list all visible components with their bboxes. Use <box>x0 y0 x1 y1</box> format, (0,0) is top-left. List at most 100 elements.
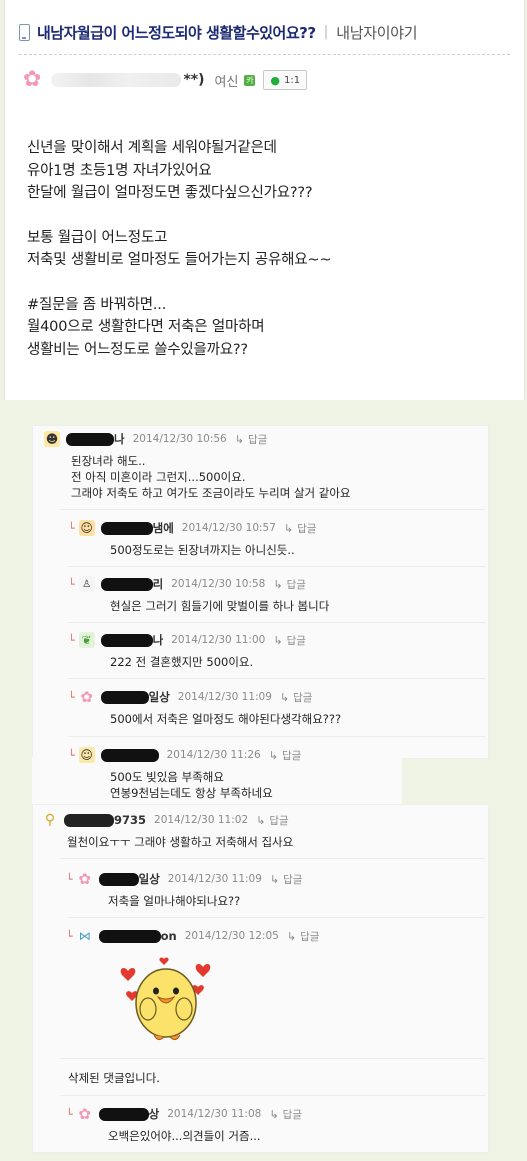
one-to-one-chat-button[interactable]: ● 1:1 <box>263 70 308 90</box>
post-line: 한달에 월급이 얼마정도면 좋겠다싶으신가요??? <box>27 185 313 201</box>
reply-button[interactable]: ↳ 답글 <box>269 748 302 763</box>
board-name-link[interactable]: 내남자이야기 <box>336 22 417 43</box>
comment-header: └ ☺ 냄에 2014/12/30 10:57 ↳ 답글 <box>68 519 316 537</box>
pink-flower-icon: ✿ <box>23 67 42 92</box>
reply-button[interactable]: ↳ 답글 <box>235 432 268 447</box>
comment-text: 월천이요ㅜㅜ 그래야 생활하고 저축해서 집사요 <box>67 835 294 849</box>
author-name-blurred[interactable] <box>51 73 182 87</box>
comment-item: └ ✿ 일상 2014/12/30 11:09 ↳ 답글 500에서 저축은 얼마… <box>68 688 341 727</box>
comment-text: 500도 빚있음 부족해요 연봉9천넘는데도 항상 부족하네요 <box>110 770 273 800</box>
reply-arrow-icon: ↳ <box>234 432 244 446</box>
comment-separator <box>68 917 485 918</box>
comment-date: 2014/12/30 10:58 <box>171 578 266 590</box>
comment-date: 2014/12/30 12:05 <box>184 930 279 942</box>
comment-date: 2014/12/30 11:02 <box>154 814 249 826</box>
reply-arrow-icon: ↳ <box>279 690 290 704</box>
post-line-blank <box>27 205 507 227</box>
reply-arrow-icon: ↳ <box>283 521 294 535</box>
reply-arrow-icon: ↳ <box>286 929 297 943</box>
comment-text: 현실은 그러기 힘들기에 맞벌이를 하나 봅니다 <box>110 599 330 613</box>
bow-ribbon-icon: ⋈ <box>78 929 91 943</box>
reply-button[interactable]: ↳ 답글 <box>287 929 320 944</box>
reply-arrow-icon: ↳ <box>269 1107 279 1121</box>
comment-separator <box>68 678 485 679</box>
comment-text: 500정도로는 된장녀까지는 아니신듯.. <box>110 543 295 557</box>
post-line: 월400으로 생활한다면 저축은 얼마하며 <box>27 319 265 335</box>
reply-arrow-icon: └ <box>68 633 75 647</box>
reply-arrow-icon: └ <box>68 521 75 535</box>
reply-arrow-icon: ↳ <box>268 748 278 762</box>
reply-button[interactable]: ↳ 답글 <box>273 633 306 648</box>
comment-item: ☻ 나 2014/12/30 10:56 ↳ 답글 된장녀라 해도.. 전 아직 … <box>44 430 351 501</box>
chat-bubble-icon: ● <box>270 73 281 87</box>
comment-text: 500에서 저축은 얼마정도 해야된다생각해요??? <box>110 712 342 726</box>
comment-header: └ ❦ 나 2014/12/30 11:00 ↳ 답글 <box>68 631 306 649</box>
reply-arrow-icon: └ <box>66 1107 73 1121</box>
comment-text: 저축을 얼마나해야되나요?? <box>108 894 241 908</box>
comment-date: 2014/12/30 11:00 <box>171 634 266 646</box>
post-card: 내남자월급이 어느정도되야 생활할수있어요?? | 내남자이야기 ✿ **) 여… <box>4 0 525 400</box>
comment-nickname[interactable] <box>100 748 159 762</box>
comment-nickname[interactable]: 리 <box>100 576 163 592</box>
stick-figure-icon: ♙ <box>78 576 95 592</box>
comment-item: ⚲ 9735 2014/12/30 11:02 ↳ 답글 월천이요ㅜㅜ 그래야 생… <box>42 811 293 850</box>
comment-separator <box>60 1058 485 1059</box>
comment-header: └ ✿ 상 2014/12/30 11:08 ↳ 답글 <box>66 1105 302 1123</box>
comment-separator <box>68 622 485 623</box>
comment-date: 2014/12/30 11:09 <box>177 691 272 703</box>
reply-button[interactable]: ↳ 답글 <box>284 521 317 536</box>
header-divider <box>19 54 510 55</box>
comment-item: └ ⋈ on 2014/12/30 12:05 ↳ 답글 <box>66 927 319 945</box>
post-body: 신년을 맞이해서 계획을 세워야될거같은데 유아1명 초등1명 자녀가있어요 한… <box>27 137 507 361</box>
author-row: ✿ **) 여신 카 ● 1:1 <box>23 66 308 94</box>
post-line: #질문을 좀 바꿔하면... <box>27 296 167 313</box>
comment-nickname[interactable]: on <box>98 929 177 943</box>
comment-nickname[interactable]: 상 <box>98 1106 159 1122</box>
yellow-face-icon: ☺ <box>78 747 95 763</box>
yellow-face-icon: ☻ <box>44 431 60 447</box>
comment-header: └ ☺ 2014/12/30 11:26 ↳ 답글 <box>68 746 301 764</box>
reply-arrow-icon: └ <box>68 577 75 591</box>
comment-separator <box>68 566 485 567</box>
comment-nickname[interactable]: 일상 <box>98 871 160 887</box>
cafe-badge-icon: 카 <box>244 74 256 86</box>
comment-item: └ ✿ 상 2014/12/30 11:08 ↳ 답글 오백은있어야...의견들이… <box>66 1105 302 1144</box>
comment-date: 2014/12/30 11:08 <box>167 1108 262 1120</box>
comment-header: └ ♙ 리 2014/12/30 10:58 ↳ 답글 <box>68 575 329 593</box>
reply-button[interactable]: ↳ 답글 <box>269 1107 302 1122</box>
comment-nickname[interactable]: 9735 <box>64 813 146 827</box>
comment-item: └ ♙ 리 2014/12/30 10:58 ↳ 답글 현실은 그러기 힘들기에 … <box>68 575 329 614</box>
comment-header: └ ⋈ on 2014/12/30 12:05 ↳ 답글 <box>66 927 319 945</box>
comment-header: ⚲ 9735 2014/12/30 11:02 ↳ 답글 <box>42 811 293 829</box>
post-line: 생활비는 어느정도로 쓸수있을까요?? <box>27 341 248 358</box>
comment-item: └ ❦ 나 2014/12/30 11:00 ↳ 답글 222 전 결혼했지만 5… <box>68 631 306 670</box>
comment-separator <box>60 858 485 859</box>
reply-arrow-icon: └ <box>68 690 75 704</box>
pink-flower-icon: ✿ <box>78 870 91 888</box>
post-title[interactable]: 내남자월급이 어느정도되야 생활할수있어요?? <box>37 22 316 43</box>
reply-arrow-icon: ↳ <box>273 577 283 591</box>
comment-text: 222 전 결혼했지만 500이요. <box>110 655 254 669</box>
reply-arrow-icon: ↳ <box>269 872 280 886</box>
reply-button[interactable]: ↳ 답글 <box>280 690 313 705</box>
comment-nickname[interactable]: 일상 <box>100 689 170 705</box>
comment-text: 오백은있어야...의견들이 거즘... <box>108 1129 261 1143</box>
title-separator: | <box>323 24 329 40</box>
comment-nickname[interactable]: 나 <box>100 632 163 648</box>
reply-arrow-icon: ↳ <box>273 633 283 647</box>
author-name-suffix: **) <box>183 72 205 88</box>
post-line: 신년을 맞이해서 계획을 세워야될거같은데 <box>27 140 277 156</box>
reply-button[interactable]: ↳ 답글 <box>273 577 306 592</box>
comment-header: └ ✿ 일상 2014/12/30 11:09 ↳ 답글 <box>68 688 341 706</box>
comment-item: └ ☺ 2014/12/30 11:26 ↳ 답글 500도 빚있음 부족해요 연… <box>68 746 301 801</box>
post-line: 보통 월급이 어느정도고 <box>27 229 168 246</box>
comment-nickname[interactable]: 나 <box>66 431 125 447</box>
comment-nickname[interactable]: 냄에 <box>100 520 174 536</box>
comment-panel <box>32 804 489 1153</box>
reply-button[interactable]: ↳ 답글 <box>270 872 303 887</box>
comment-date: 2014/12/30 11:09 <box>167 873 262 885</box>
duck-sticker-with-hearts <box>120 957 211 1041</box>
pink-flower-icon: ✿ <box>80 688 93 706</box>
comment-date: 2014/12/30 11:26 <box>166 749 261 761</box>
reply-button[interactable]: ↳ 답글 <box>256 813 289 828</box>
